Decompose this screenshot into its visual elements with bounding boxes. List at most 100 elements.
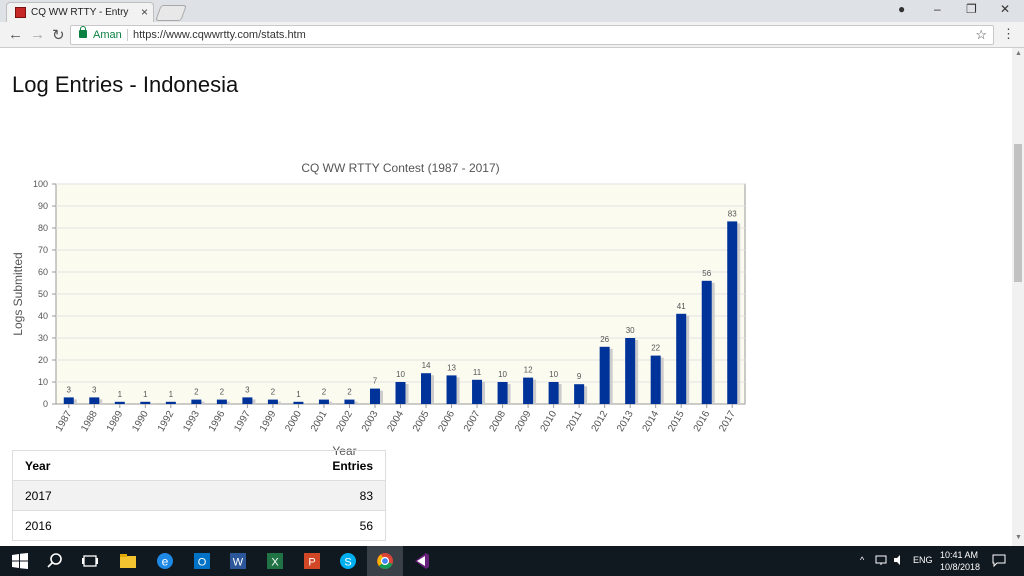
restore-button[interactable]: ❐ [966, 2, 977, 16]
data-label: 9 [577, 372, 582, 381]
table-row: 2016 56 [12, 510, 386, 541]
x-tick-label: 1992 [156, 409, 177, 434]
page-scrollbar[interactable]: ▲ ▼ [1012, 48, 1024, 546]
search-icon[interactable] [45, 551, 65, 571]
language-indicator[interactable]: ENG [913, 555, 933, 565]
x-tick-label: 1989 [105, 409, 126, 434]
bar [242, 397, 253, 404]
volume-icon[interactable] [893, 554, 905, 566]
bar [676, 313, 687, 404]
x-tick-label: 2016 [692, 409, 713, 434]
bar [63, 397, 74, 404]
tab-close-icon[interactable]: × [141, 5, 148, 19]
network-icon[interactable] [875, 554, 887, 566]
x-tick-label: 1990 [130, 409, 151, 434]
x-tick-label: 1988 [79, 409, 100, 434]
tab-title: CQ WW RTTY - Entry Stat [31, 7, 131, 18]
excel-icon[interactable]: X [265, 551, 285, 571]
data-label: 1 [296, 390, 301, 399]
minimize-button[interactable]: – [934, 2, 941, 16]
chrome-icon[interactable] [375, 551, 395, 571]
svg-text:e: e [162, 555, 169, 569]
bookmark-star-icon[interactable]: ☆ [975, 27, 987, 43]
new-tab-button[interactable] [155, 5, 187, 21]
y-tick-label: 20 [38, 355, 48, 365]
address-bar-row: ← → ↻ Aman https://www.cqwwrtty.com/stat… [0, 22, 1024, 48]
site-favicon-icon [15, 7, 26, 18]
svg-text:O: O [198, 557, 207, 569]
data-label: 30 [626, 326, 635, 335]
scrollbar-thumb[interactable] [1014, 144, 1022, 282]
powerpoint-icon[interactable]: P [302, 551, 322, 571]
data-label: 2 [271, 388, 276, 397]
visual-studio-icon[interactable] [412, 551, 432, 571]
browser-menu-icon[interactable]: ⋮ [1002, 26, 1015, 42]
task-view-icon[interactable] [80, 551, 100, 571]
x-tick-label: 2014 [641, 409, 662, 434]
browser-tab[interactable]: CQ WW RTTY - Entry Stat × [6, 2, 154, 22]
svg-text:X: X [271, 557, 279, 569]
scroll-up-icon[interactable]: ▲ [1015, 50, 1022, 57]
data-label: 7 [373, 377, 378, 386]
year-column-header[interactable]: Year [12, 450, 177, 481]
x-tick-label: 2000 [283, 409, 304, 434]
chart-title: CQ WW RTTY Contest (1987 - 2017) [301, 161, 499, 175]
file-explorer-icon[interactable] [118, 551, 138, 571]
outlook-icon[interactable]: O [192, 551, 212, 571]
url-text[interactable]: https://www.cqwwrtty.com/stats.htm [133, 29, 306, 41]
data-label: 41 [677, 302, 686, 311]
bar [267, 399, 278, 404]
word-icon[interactable]: W [228, 551, 248, 571]
x-tick-label: 2013 [615, 409, 636, 434]
bar [650, 355, 661, 404]
profile-icon[interactable]: ● [898, 2, 905, 16]
bar [369, 388, 380, 404]
bar [727, 221, 738, 404]
scroll-down-icon[interactable]: ▼ [1015, 534, 1022, 541]
entries-column-header[interactable]: Entries [176, 450, 386, 481]
bar [446, 375, 457, 404]
data-label: 1 [169, 390, 174, 399]
bar [701, 280, 712, 404]
svg-text:P: P [308, 557, 315, 569]
x-tick-label: 1999 [258, 409, 279, 434]
bar [421, 373, 432, 404]
security-label: Aman [93, 29, 122, 41]
y-tick-label: 80 [38, 223, 48, 233]
data-label: 10 [396, 370, 405, 379]
reload-button[interactable]: ↻ [52, 26, 65, 44]
bar [140, 401, 151, 404]
back-button[interactable]: ← [8, 26, 23, 43]
bar [574, 384, 585, 404]
x-tick-label: 2005 [411, 409, 432, 434]
forward-button[interactable]: → [30, 26, 45, 43]
bar [318, 399, 329, 404]
close-window-button[interactable]: ✕ [1000, 2, 1010, 16]
svg-text:S: S [344, 557, 351, 569]
tray-chevron-icon[interactable]: ^ [860, 555, 864, 565]
clock-time[interactable]: 10:41 AM [940, 550, 978, 560]
address-input[interactable]: Aman https://www.cqwwrtty.com/stats.htm … [70, 25, 994, 45]
x-tick-label: 2001 [309, 409, 330, 434]
windows-start-icon[interactable] [10, 551, 30, 571]
x-tick-label: 2008 [488, 409, 509, 434]
data-label: 11 [473, 368, 482, 377]
edge-browser-icon[interactable]: e [155, 551, 175, 571]
skype-icon[interactable]: S [338, 551, 358, 571]
data-label: 10 [498, 370, 507, 379]
data-label: 2 [322, 388, 327, 397]
bar [344, 399, 355, 404]
notifications-icon[interactable] [992, 554, 1006, 567]
year-cell: 2017 [12, 480, 177, 511]
x-tick-label: 1996 [207, 409, 228, 434]
y-tick-label: 60 [38, 267, 48, 277]
y-tick-label: 90 [38, 201, 48, 211]
y-axis-label: Logs Submitted [11, 252, 25, 335]
x-tick-label: 2017 [717, 409, 738, 434]
bar [216, 399, 227, 404]
clock-date[interactable]: 10/8/2018 [940, 562, 980, 572]
x-tick-label: 2003 [360, 409, 381, 434]
bar [497, 382, 508, 404]
bar [523, 377, 534, 404]
page-content: Log Entries - Indonesia CQ WW RTTY Conte… [0, 48, 1012, 546]
